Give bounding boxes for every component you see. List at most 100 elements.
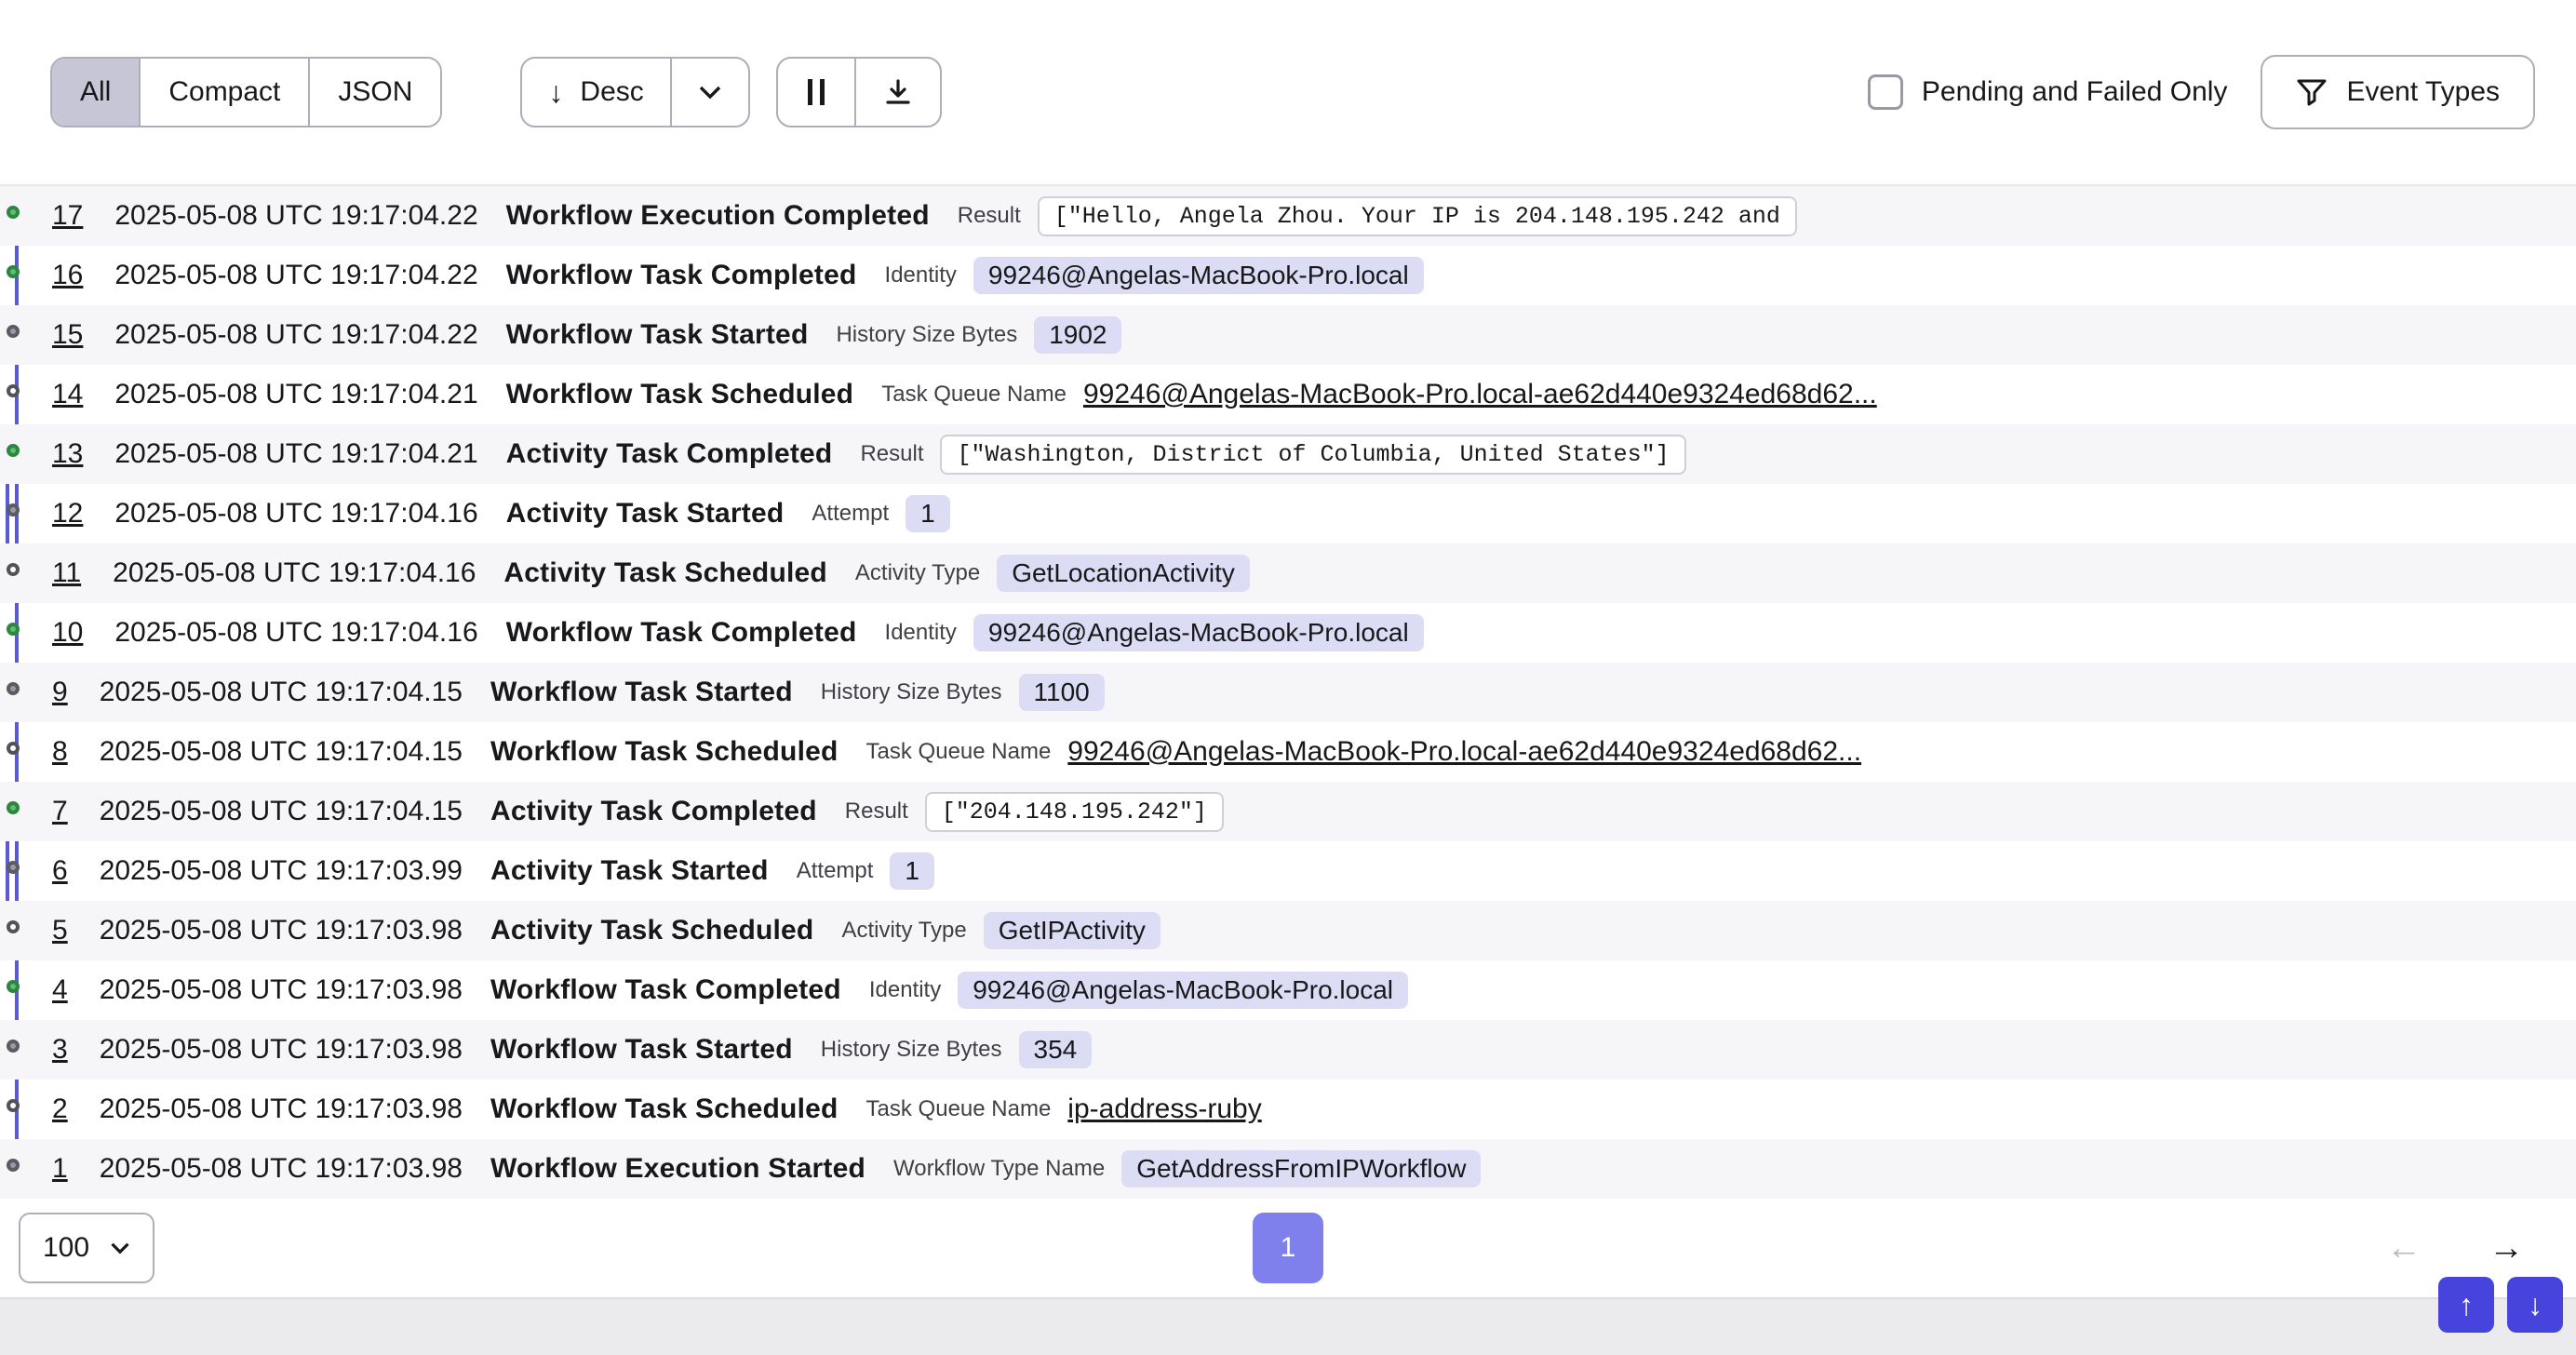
event-row[interactable]: 3 2025-05-08 UTC 19:17:03.98 Workflow Ta… (0, 1020, 2576, 1080)
event-id-link[interactable]: 12 (52, 498, 83, 530)
event-status-dot-icon (7, 1159, 20, 1172)
event-detail-label: Workflow Type Name (893, 1156, 1105, 1182)
event-timestamp: 2025-05-08 UTC 19:17:04.15 (100, 736, 463, 768)
event-row[interactable]: 12 2025-05-08 UTC 19:17:04.16 Activity T… (0, 484, 2576, 543)
previous-page-button[interactable]: ← (2386, 1230, 2422, 1266)
event-status-dot-icon (7, 980, 20, 993)
view-mode-compact[interactable]: Compact (141, 59, 310, 126)
event-timestamp: 2025-05-08 UTC 19:17:04.15 (100, 796, 463, 827)
event-name: Workflow Execution Completed (506, 200, 930, 232)
scroll-to-top-button[interactable]: ↑ (2438, 1277, 2494, 1333)
sort-options-button[interactable] (670, 59, 748, 126)
pause-button[interactable] (778, 59, 854, 126)
event-id-link[interactable]: 15 (52, 319, 83, 351)
event-id-link[interactable]: 3 (52, 1034, 68, 1066)
event-detail-label: Task Queue Name (866, 739, 1052, 765)
event-id-link[interactable]: 2 (52, 1093, 68, 1125)
event-id-link[interactable]: 4 (52, 974, 68, 1006)
pending-failed-filter[interactable]: Pending and Failed Only (1868, 74, 2228, 110)
event-row[interactable]: 4 2025-05-08 UTC 19:17:03.98 Workflow Ta… (0, 960, 2576, 1020)
next-page-button[interactable]: → (2489, 1230, 2524, 1266)
filter-funnel-icon (2296, 77, 2328, 107)
event-detail-link[interactable]: 99246@Angelas-MacBook-Pro.local-ae62d440… (1083, 379, 1877, 410)
event-row[interactable]: 14 2025-05-08 UTC 19:17:04.21 Workflow T… (0, 365, 2576, 424)
timeline-dot-cell (0, 603, 52, 663)
event-id-link[interactable]: 13 (52, 438, 83, 470)
event-id-link[interactable]: 5 (52, 915, 68, 946)
event-id-link[interactable]: 14 (52, 379, 83, 410)
event-id-link[interactable]: 7 (52, 796, 68, 827)
toolbar: AllCompactJSON ↓ Desc Pending and Failed… (0, 0, 2576, 186)
event-detail-label: Identity (885, 620, 957, 646)
event-row[interactable]: 11 2025-05-08 UTC 19:17:04.16 Activity T… (0, 543, 2576, 603)
event-row[interactable]: 2 2025-05-08 UTC 19:17:03.98 Workflow Ta… (0, 1080, 2576, 1139)
timeline-dot-cell (0, 782, 52, 841)
event-detail-value: 1902 (1034, 316, 1121, 354)
sort-desc-button[interactable]: ↓ Desc (522, 59, 669, 126)
event-detail-value: GetIPActivity (984, 912, 1161, 949)
event-row[interactable]: 7 2025-05-08 UTC 19:17:04.15 Activity Ta… (0, 782, 2576, 841)
event-detail-value: GetLocationActivity (997, 555, 1250, 592)
event-detail-label: Attempt (797, 858, 874, 884)
event-id-link[interactable]: 11 (52, 557, 81, 589)
event-status-dot-icon (7, 325, 20, 338)
event-name: Activity Task Completed (506, 438, 833, 470)
event-detail-label: Activity Type (855, 560, 980, 586)
event-row[interactable]: 6 2025-05-08 UTC 19:17:03.99 Activity Ta… (0, 841, 2576, 901)
event-row[interactable]: 17 2025-05-08 UTC 19:17:04.22 Workflow E… (0, 186, 2576, 246)
event-timestamp: 2025-05-08 UTC 19:17:04.22 (114, 200, 477, 232)
event-types-button[interactable]: Event Types (2261, 55, 2535, 129)
pause-icon (804, 79, 828, 105)
event-row[interactable]: 8 2025-05-08 UTC 19:17:04.15 Workflow Ta… (0, 722, 2576, 782)
event-id-link[interactable]: 9 (52, 677, 68, 708)
event-row[interactable]: 15 2025-05-08 UTC 19:17:04.22 Workflow T… (0, 305, 2576, 365)
download-button[interactable] (854, 59, 940, 126)
event-detail-label: Identity (869, 977, 941, 1003)
event-row[interactable]: 10 2025-05-08 UTC 19:17:04.16 Workflow T… (0, 603, 2576, 663)
event-name: Workflow Task Scheduled (506, 379, 854, 410)
event-detail-label: Attempt (812, 501, 889, 527)
event-name: Activity Task Scheduled (490, 915, 814, 946)
event-detail-link[interactable]: 99246@Angelas-MacBook-Pro.local-ae62d440… (1067, 736, 1861, 768)
view-mode-all[interactable]: All (52, 59, 141, 126)
event-status-dot-icon (7, 861, 20, 874)
event-row[interactable]: 16 2025-05-08 UTC 19:17:04.22 Workflow T… (0, 246, 2576, 305)
view-mode-json[interactable]: JSON (310, 59, 440, 126)
pending-failed-checkbox[interactable] (1868, 74, 1903, 110)
event-timestamp: 2025-05-08 UTC 19:17:03.99 (100, 855, 463, 887)
event-id-link[interactable]: 1 (52, 1153, 68, 1185)
event-id-link[interactable]: 17 (52, 200, 83, 232)
scroll-to-bottom-button[interactable]: ↓ (2507, 1277, 2563, 1333)
event-name: Workflow Task Completed (490, 974, 841, 1006)
event-id-link[interactable]: 16 (52, 260, 83, 291)
event-id-link[interactable]: 6 (52, 855, 68, 887)
event-status-dot-icon (7, 444, 20, 457)
event-name: Workflow Task Completed (506, 260, 857, 291)
event-timestamp: 2025-05-08 UTC 19:17:04.22 (114, 260, 477, 291)
pending-failed-label: Pending and Failed Only (1922, 76, 2228, 108)
event-name: Activity Task Completed (490, 796, 817, 827)
page-size-select[interactable]: 100 (19, 1213, 154, 1283)
timeline-dot-cell (0, 365, 52, 424)
event-row[interactable]: 13 2025-05-08 UTC 19:17:04.21 Activity T… (0, 424, 2576, 484)
event-detail-link[interactable]: ip-address-ruby (1067, 1093, 1261, 1125)
view-mode-toggle: AllCompactJSON (50, 57, 442, 127)
event-row[interactable]: 9 2025-05-08 UTC 19:17:04.15 Workflow Ta… (0, 663, 2576, 722)
event-id-link[interactable]: 8 (52, 736, 68, 768)
event-row[interactable]: 1 2025-05-08 UTC 19:17:03.98 Workflow Ex… (0, 1139, 2576, 1199)
event-timestamp: 2025-05-08 UTC 19:17:03.98 (100, 1153, 463, 1185)
event-detail-label: History Size Bytes (821, 1037, 1002, 1063)
event-detail-value: ["Washington, District of Columbia, Unit… (940, 435, 1685, 475)
event-detail-label: Result (860, 441, 923, 467)
event-status-dot-icon (7, 206, 20, 219)
current-page-button[interactable]: 1 (1253, 1213, 1323, 1283)
scroll-buttons: ↑ ↓ (2438, 1277, 2563, 1333)
event-timestamp: 2025-05-08 UTC 19:17:04.21 (114, 379, 477, 410)
event-detail-value: ["Hello, Angela Zhou. Your IP is 204.148… (1038, 196, 1797, 236)
timeline-dot-cell (0, 543, 52, 603)
event-id-link[interactable]: 10 (52, 617, 83, 649)
event-timestamp: 2025-05-08 UTC 19:17:04.16 (114, 617, 477, 649)
event-detail-label: Task Queue Name (866, 1096, 1052, 1122)
timeline-dot-cell (0, 186, 52, 246)
event-row[interactable]: 5 2025-05-08 UTC 19:17:03.98 Activity Ta… (0, 901, 2576, 960)
